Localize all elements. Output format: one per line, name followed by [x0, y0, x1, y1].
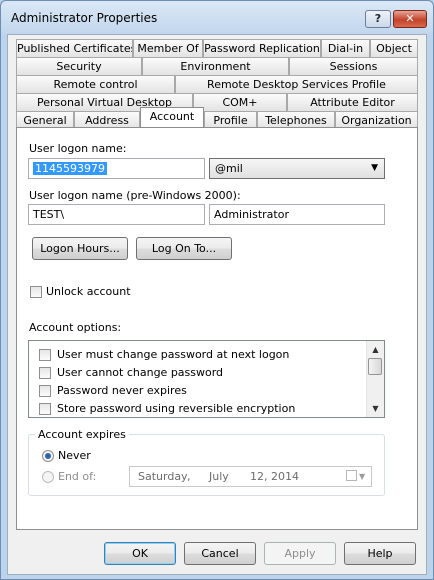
tab-security[interactable]: Security — [16, 57, 142, 75]
option-checkbox[interactable] — [39, 349, 51, 361]
account-options-label: Account options: — [29, 321, 122, 334]
user-logon-name-label: User logon name: — [29, 142, 127, 155]
tab-password-replication[interactable]: Password Replication — [203, 39, 321, 57]
end-of-radio[interactable] — [42, 471, 54, 483]
pre-windows-2000-label: User logon name (pre-Windows 2000): — [29, 189, 241, 202]
calendar-checkbox[interactable] — [346, 470, 357, 481]
scroll-down-icon[interactable]: ▼ — [367, 400, 384, 417]
tab-com-plus[interactable]: COM+ — [193, 93, 287, 111]
date-day-year: 12, 2014 — [250, 470, 299, 483]
account-options-list[interactable]: User must change password at next logon … — [28, 340, 385, 418]
tab-object[interactable]: Object — [370, 39, 418, 57]
tab-dial-in[interactable]: Dial-in — [321, 39, 370, 57]
apply-button[interactable]: Apply — [264, 542, 336, 565]
never-radio[interactable] — [42, 450, 54, 462]
unlock-account-label: Unlock account — [46, 285, 131, 298]
list-item[interactable]: User must change password at next logon — [39, 346, 359, 364]
never-label: Never — [58, 449, 91, 462]
cancel-button[interactable]: Cancel — [184, 542, 256, 565]
user-logon-name-value: 1145593979 — [33, 162, 107, 175]
option-label: User cannot change password — [57, 366, 224, 379]
logon-hours-button[interactable]: Logon Hours... — [32, 237, 128, 260]
list-item[interactable]: User cannot change password — [39, 364, 359, 382]
option-label: User must change password at next logon — [57, 348, 290, 361]
user-logon-name-input[interactable]: 1145593979 — [28, 158, 205, 179]
help-title-button[interactable]: ? — [365, 10, 391, 28]
tab-member-of[interactable]: Member Of — [133, 39, 203, 57]
option-label: Password never expires — [57, 384, 187, 397]
close-icon[interactable]: ✕ — [393, 10, 427, 28]
option-checkbox[interactable] — [39, 385, 51, 397]
end-of-label: End of: — [58, 470, 97, 483]
option-checkbox[interactable] — [39, 367, 51, 379]
help-button[interactable]: Help — [344, 542, 416, 565]
title-bar: Administrator Properties ? ✕ — [1, 1, 433, 35]
options-scrollbar[interactable]: ▲ ▼ — [366, 341, 384, 417]
list-item[interactable]: Password never expires — [39, 382, 359, 400]
option-label: Store password using reversible encrypti… — [57, 402, 296, 415]
tab-attribute-editor[interactable]: Attribute Editor — [287, 93, 418, 111]
tab-remote-desktop-services-profile[interactable]: Remote Desktop Services Profile — [175, 75, 418, 93]
pre-2000-domain-field: TEST\ — [28, 204, 205, 225]
tab-account[interactable]: Account — [140, 107, 204, 127]
list-item[interactable]: Store password using reversible encrypti… — [39, 400, 359, 417]
log-on-to-button[interactable]: Log On To... — [136, 237, 232, 260]
scroll-up-icon[interactable]: ▲ — [367, 341, 384, 358]
tab-published-certificates[interactable]: Published Certificates — [16, 39, 133, 57]
tab-environment[interactable]: Environment — [142, 57, 289, 75]
pre-2000-username-input[interactable]: Administrator — [209, 204, 385, 225]
upn-suffix-select[interactable]: @mil ▼ — [209, 158, 385, 179]
date-separator: , — [187, 470, 191, 483]
chevron-down-icon: ▼ — [371, 163, 378, 173]
calendar-dropdown-icon[interactable]: ▼ — [359, 467, 365, 486]
account-expires-label: Account expires — [35, 428, 129, 441]
scroll-thumb[interactable] — [368, 358, 382, 375]
date-weekday: Saturday — [138, 470, 188, 483]
option-checkbox[interactable] — [39, 403, 51, 415]
tab-remote-control[interactable]: Remote control — [16, 75, 175, 93]
upn-suffix-value: @mil — [215, 162, 243, 175]
date-month: July — [209, 470, 229, 483]
window-title: Administrator Properties — [11, 11, 158, 25]
ok-button[interactable]: OK — [104, 542, 176, 565]
expiry-date-picker[interactable]: Saturday , July 12, 2014 ▼ — [129, 466, 372, 487]
unlock-account-checkbox[interactable] — [30, 286, 42, 298]
tab-sessions[interactable]: Sessions — [289, 57, 418, 75]
